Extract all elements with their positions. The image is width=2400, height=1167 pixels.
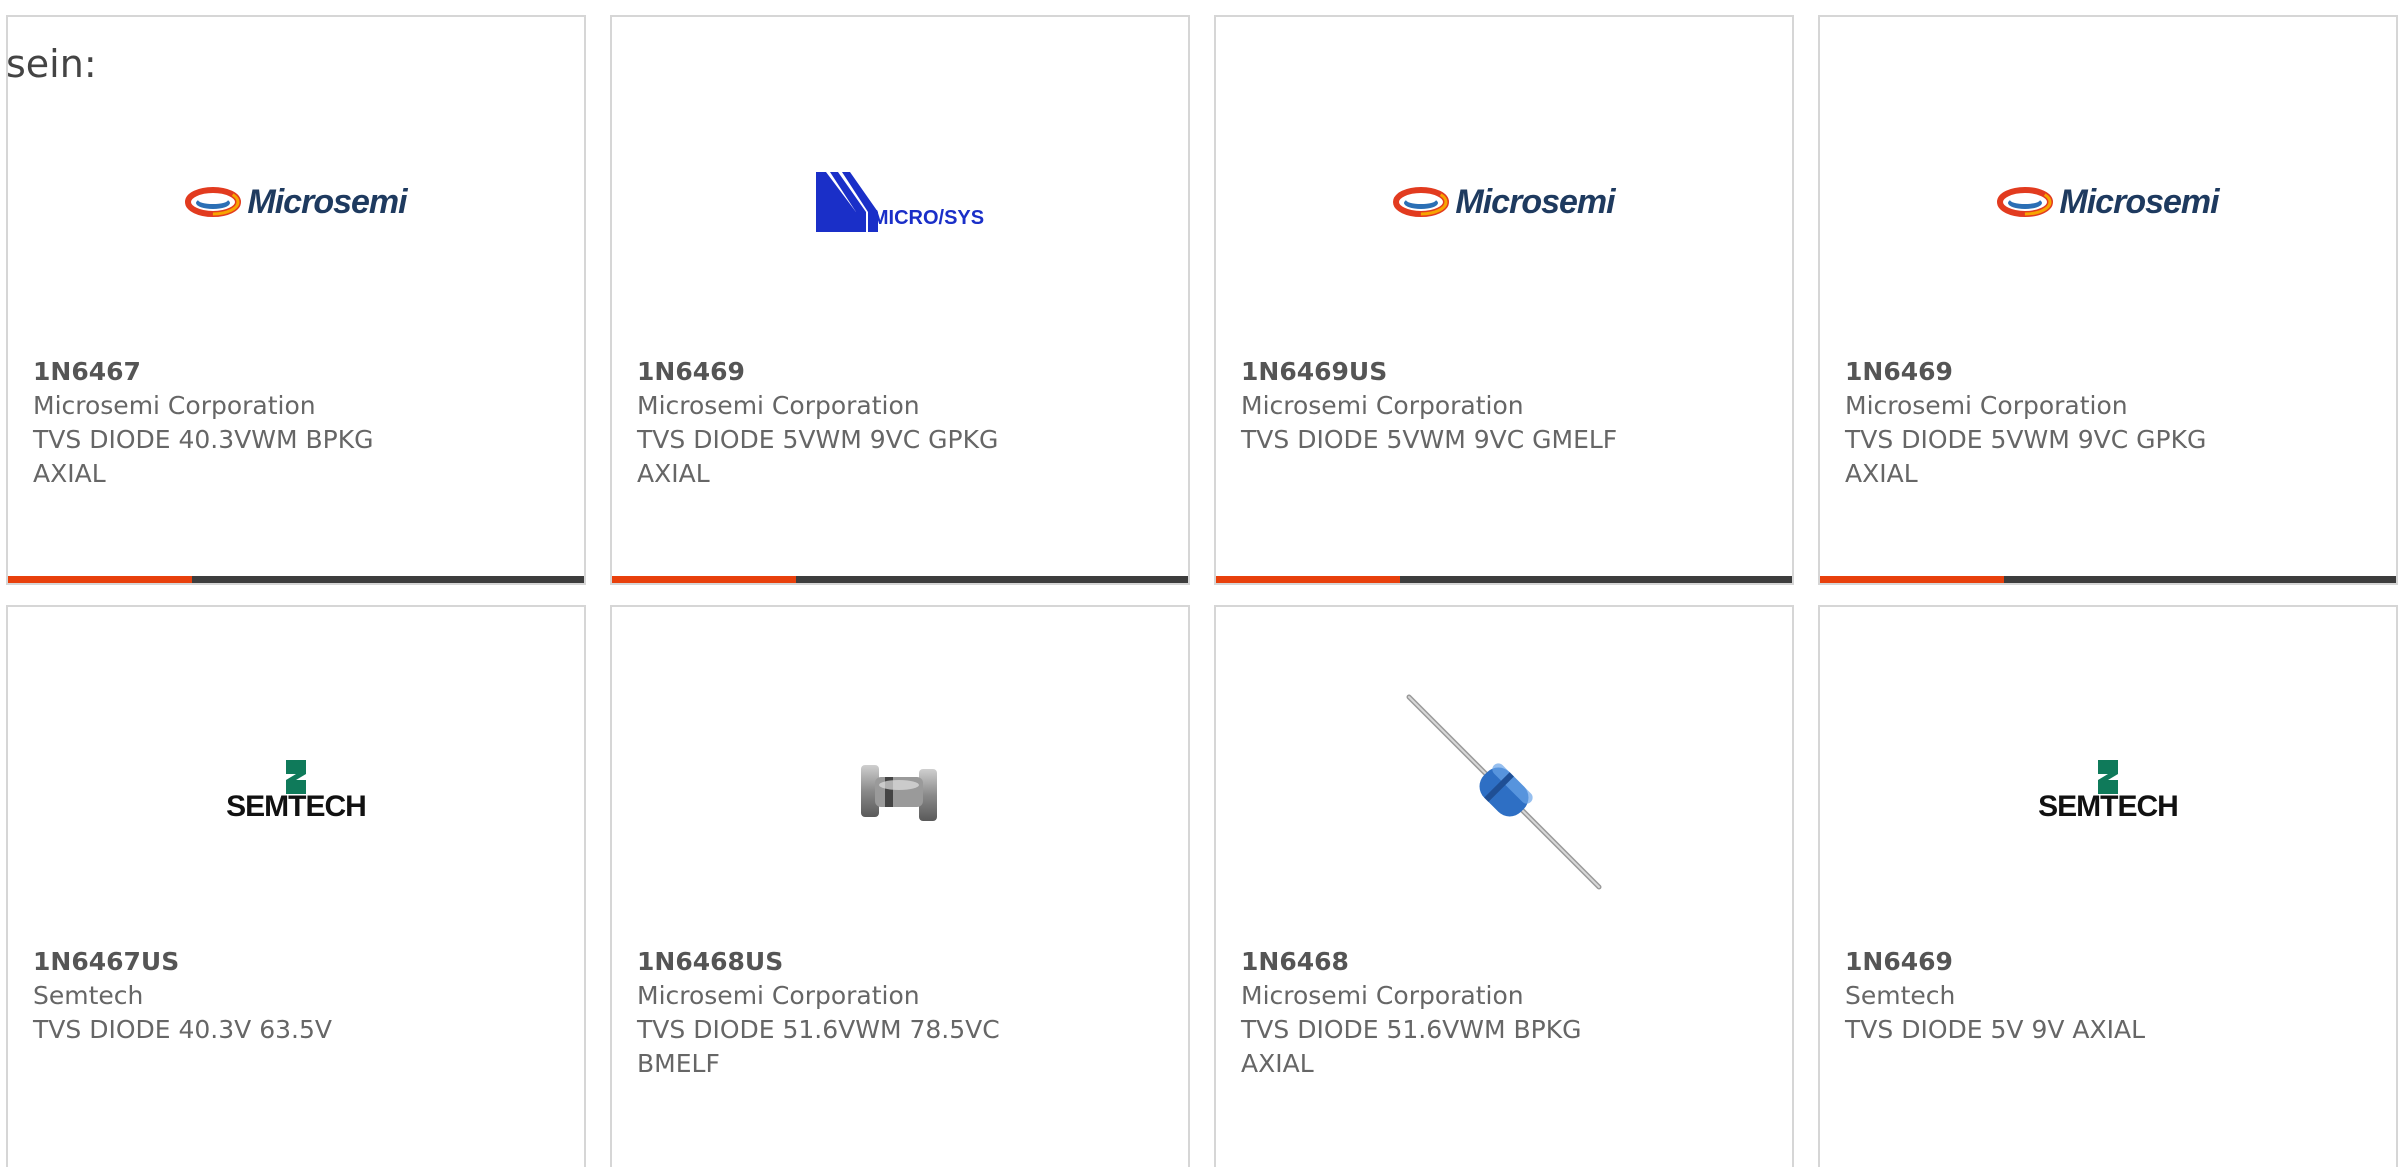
- semtech-logo: SEMTECH: [2038, 760, 2179, 824]
- product-grid-page: sein: Microsemi 1N6467 Microsemi Corpora…: [0, 0, 2400, 1167]
- product-card[interactable]: SEMTECH 1N6467US Semtech TVS DIODE 40.3V…: [6, 605, 586, 1167]
- product-info: 1N6467 Microsemi Corporation TVS DIODE 4…: [33, 355, 453, 491]
- semtech-logo: SEMTECH: [226, 760, 367, 824]
- description: TVS DIODE 5VWM 9VC GPKG AXIAL: [1845, 425, 2207, 488]
- part-number[interactable]: 1N6468: [1241, 945, 1661, 979]
- product-card[interactable]: SEMTECH 1N6469 Semtech TVS DIODE 5V 9V A…: [1818, 605, 2398, 1167]
- product-card[interactable]: Microsemi 1N6467 Microsemi Corporation T…: [6, 15, 586, 585]
- microsemi-logo: Microsemi: [1393, 183, 1616, 222]
- product-card[interactable]: Microsemi 1N6469US Microsemi Corporation…: [1214, 15, 1794, 585]
- manufacturer: Microsemi Corporation: [637, 981, 920, 1010]
- part-number[interactable]: 1N6469: [1845, 355, 2265, 389]
- manufacturer: Semtech: [33, 981, 144, 1010]
- part-number[interactable]: 1N6469US: [1241, 355, 1661, 389]
- description: TVS DIODE 40.3VWM BPKG AXIAL: [33, 425, 374, 488]
- product-card[interactable]: 1N6468US Microsemi Corporation TVS DIODE…: [610, 605, 1190, 1167]
- product-image: MICRO/SYS: [612, 72, 1188, 332]
- melf-diode-photo: [861, 765, 937, 821]
- card-bar-accent: [1820, 576, 2005, 583]
- product-info: 1N6469 Microsemi Corporation TVS DIODE 5…: [637, 355, 1057, 491]
- part-number[interactable]: 1N6468US: [637, 945, 1057, 979]
- product-info: 1N6469 Microsemi Corporation TVS DIODE 5…: [1845, 355, 2265, 491]
- card-bar-accent: [1216, 576, 1401, 583]
- product-card[interactable]: MICRO/SYS 1N6469 Microsemi Corporation T…: [610, 15, 1190, 585]
- product-card[interactable]: 1N6468 Microsemi Corporation TVS DIODE 5…: [1214, 605, 1794, 1167]
- manufacturer: Microsemi Corporation: [637, 391, 920, 420]
- part-number[interactable]: 1N6469: [1845, 945, 2265, 979]
- description: TVS DIODE 5VWM 9VC GMELF: [1241, 425, 1618, 454]
- card-bar-accent: [612, 576, 797, 583]
- microsemi-logo: Microsemi: [1997, 183, 2220, 222]
- description: TVS DIODE 51.6VWM 78.5VC BMELF: [637, 1015, 1000, 1078]
- manufacturer: Microsemi Corporation: [1241, 981, 1524, 1010]
- product-image: Microsemi: [8, 72, 584, 332]
- product-card[interactable]: Microsemi 1N6469 Microsemi Corporation T…: [1818, 15, 2398, 585]
- product-image: [612, 662, 1188, 922]
- manufacturer: Semtech: [1845, 981, 1956, 1010]
- manufacturer: Microsemi Corporation: [1241, 391, 1524, 420]
- part-number[interactable]: 1N6467: [33, 355, 453, 389]
- description: TVS DIODE 51.6VWM BPKG AXIAL: [1241, 1015, 1582, 1078]
- lead-text: sein:: [6, 42, 97, 86]
- product-image: Microsemi: [1216, 72, 1792, 332]
- product-info: 1N6469US Microsemi Corporation TVS DIODE…: [1241, 355, 1661, 457]
- product-image: SEMTECH: [1820, 662, 2396, 922]
- card-bar-accent: [8, 576, 193, 583]
- description: TVS DIODE 40.3V 63.5V: [33, 1015, 332, 1044]
- product-grid: Microsemi 1N6467 Microsemi Corporation T…: [6, 15, 2398, 1167]
- axial-diode-photo: [1406, 694, 1602, 890]
- description: TVS DIODE 5VWM 9VC GPKG AXIAL: [637, 425, 999, 488]
- product-image: Microsemi: [1820, 72, 2396, 332]
- description: TVS DIODE 5V 9V AXIAL: [1845, 1015, 2146, 1044]
- microsemi-logo: Microsemi: [185, 183, 408, 222]
- card-bar: [612, 576, 1188, 583]
- product-info: 1N6468 Microsemi Corporation TVS DIODE 5…: [1241, 945, 1661, 1081]
- microsys-logo: MICRO/SYS: [815, 172, 984, 232]
- card-bar: [1820, 576, 2396, 583]
- manufacturer: Microsemi Corporation: [33, 391, 316, 420]
- product-image: [1216, 662, 1792, 922]
- product-info: 1N6469 Semtech TVS DIODE 5V 9V AXIAL: [1845, 945, 2265, 1047]
- product-image: SEMTECH: [8, 662, 584, 922]
- manufacturer: Microsemi Corporation: [1845, 391, 2128, 420]
- product-info: 1N6468US Microsemi Corporation TVS DIODE…: [637, 945, 1057, 1081]
- part-number[interactable]: 1N6469: [637, 355, 1057, 389]
- part-number[interactable]: 1N6467US: [33, 945, 453, 979]
- product-info: 1N6467US Semtech TVS DIODE 40.3V 63.5V: [33, 945, 453, 1047]
- card-bar: [8, 576, 584, 583]
- card-bar: [1216, 576, 1792, 583]
